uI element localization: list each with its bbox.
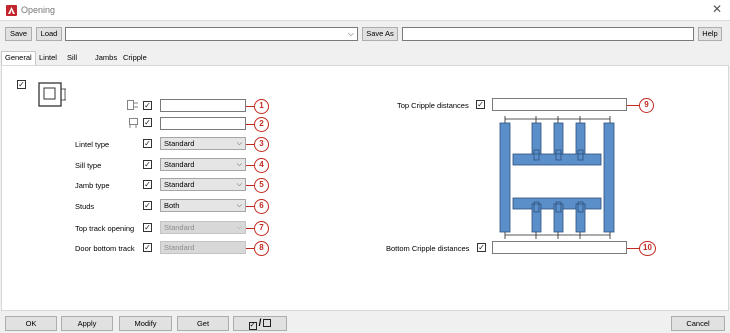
get-button[interactable]: Get bbox=[177, 316, 229, 331]
chevron-down-icon: ⌵ bbox=[236, 140, 242, 147]
lintel-type-label: Lintel type bbox=[75, 140, 110, 149]
row2-checkbox[interactable]: ✓ bbox=[143, 118, 152, 127]
save-as-button[interactable]: Save As bbox=[362, 27, 398, 41]
tab-cripple[interactable]: Cripple bbox=[120, 52, 150, 65]
unchecked-box-icon bbox=[263, 319, 272, 327]
apply-button[interactable]: Apply bbox=[61, 316, 113, 331]
callout-badge-2: 2 bbox=[254, 117, 269, 132]
jamb-type-select[interactable]: Standard ⌵ bbox=[160, 178, 246, 191]
general-enable-checkbox[interactable]: ✓ bbox=[17, 80, 26, 89]
jamb-type-label: Jamb type bbox=[75, 181, 110, 190]
callout-badge-1: 1 bbox=[254, 99, 269, 114]
leader-line bbox=[246, 185, 254, 186]
tab-sill[interactable]: Sill bbox=[64, 52, 81, 65]
door-bottom-track-value: Standard bbox=[164, 243, 195, 252]
bottom-bar: OK Apply Modify Get ✓ / Cancel bbox=[0, 313, 730, 333]
leader-line bbox=[246, 248, 254, 249]
cripple-frame-diagram bbox=[499, 116, 615, 239]
load-button[interactable]: Load bbox=[36, 27, 62, 41]
leader-line bbox=[246, 228, 254, 229]
top-track-opening-select[interactable]: Standard ⌵ bbox=[160, 221, 246, 234]
cancel-button[interactable]: Cancel bbox=[671, 316, 725, 331]
checked-box-icon: ✓ bbox=[248, 322, 257, 330]
bottom-cripple-label: Bottom Cripple distances bbox=[386, 244, 470, 253]
callout-badge-10: 10 bbox=[639, 241, 656, 256]
leader-line bbox=[246, 144, 254, 145]
callout-badge-7: 7 bbox=[254, 221, 269, 236]
callout-badge-3: 3 bbox=[254, 137, 269, 152]
bottom-cripple-input[interactable] bbox=[492, 241, 627, 254]
top-track-opening-label: Top track opening bbox=[75, 224, 135, 233]
bottom-cripple-checkbox[interactable]: ✓ bbox=[477, 243, 486, 252]
leader-line bbox=[627, 105, 639, 106]
top-cripple-checkbox[interactable]: ✓ bbox=[476, 100, 485, 109]
studs-label: Studs bbox=[75, 202, 95, 211]
leader-line bbox=[246, 124, 254, 125]
callout-badge-6: 6 bbox=[254, 199, 269, 214]
door-bottom-track-select[interactable]: Standard bbox=[160, 241, 246, 254]
toggle-checkboxes-button[interactable]: ✓ / bbox=[233, 316, 287, 331]
door-bottom-track-label: Door bottom track bbox=[75, 244, 135, 253]
window-title: Opening bbox=[21, 5, 56, 15]
callout-badge-9: 9 bbox=[639, 98, 654, 113]
row1-checkbox[interactable]: ✓ bbox=[143, 101, 152, 110]
save-button[interactable]: Save bbox=[5, 27, 32, 41]
save-as-input[interactable] bbox=[402, 27, 694, 41]
jamb-type-value: Standard bbox=[164, 180, 195, 189]
height-offset-icon bbox=[129, 118, 138, 128]
jamb-type-checkbox[interactable]: ✓ bbox=[143, 180, 152, 189]
leader-line bbox=[627, 248, 639, 249]
studs-select[interactable]: Both ⌵ bbox=[160, 199, 246, 212]
leader-line bbox=[246, 106, 254, 107]
chevron-down-icon: ⌵ bbox=[236, 202, 242, 209]
leader-line bbox=[246, 165, 254, 166]
sill-type-label: Sill type bbox=[75, 161, 102, 170]
tab-general[interactable]: General bbox=[1, 51, 36, 65]
callout-badge-4: 4 bbox=[254, 158, 269, 173]
title-bar: Opening ✕ bbox=[0, 0, 730, 21]
toggle-separator: / bbox=[258, 318, 262, 329]
top-cripple-label: Top Cripple distances bbox=[397, 101, 469, 110]
close-icon[interactable]: ✕ bbox=[712, 2, 722, 16]
door-bottom-track-checkbox[interactable]: ✓ bbox=[143, 243, 152, 252]
preset-combo[interactable]: ⌵ bbox=[65, 27, 358, 41]
app-icon bbox=[6, 5, 17, 16]
top-track-opening-checkbox[interactable]: ✓ bbox=[143, 223, 152, 232]
chevron-down-icon: ⌵ bbox=[236, 181, 242, 188]
width-offset-icon bbox=[127, 100, 138, 110]
chevron-down-icon: ⌵ bbox=[236, 161, 242, 168]
callout-badge-5: 5 bbox=[254, 178, 269, 193]
callout-badge-8: 8 bbox=[254, 241, 269, 256]
row1-input[interactable] bbox=[160, 99, 246, 112]
tab-lintel[interactable]: Lintel bbox=[36, 52, 60, 65]
tab-jambs[interactable]: Jambs bbox=[92, 52, 121, 65]
sill-type-checkbox[interactable]: ✓ bbox=[143, 160, 152, 169]
lintel-type-select[interactable]: Standard ⌵ bbox=[160, 137, 246, 150]
lintel-type-checkbox[interactable]: ✓ bbox=[143, 139, 152, 148]
sill-type-value: Standard bbox=[164, 160, 195, 169]
top-cripple-input[interactable] bbox=[492, 98, 627, 111]
chevron-down-icon: ⌵ bbox=[236, 224, 242, 231]
opening-icon bbox=[38, 82, 66, 107]
studs-value: Both bbox=[164, 201, 180, 210]
help-button[interactable]: Help bbox=[698, 27, 722, 41]
studs-checkbox[interactable]: ✓ bbox=[143, 201, 152, 210]
row2-input[interactable] bbox=[160, 117, 246, 130]
chevron-down-icon: ⌵ bbox=[347, 29, 354, 38]
top-track-opening-value: Standard bbox=[164, 223, 195, 232]
leader-line bbox=[246, 206, 254, 207]
modify-button[interactable]: Modify bbox=[119, 316, 172, 331]
lintel-type-value: Standard bbox=[164, 139, 195, 148]
ok-button[interactable]: OK bbox=[5, 316, 57, 331]
sill-type-select[interactable]: Standard ⌵ bbox=[160, 158, 246, 171]
